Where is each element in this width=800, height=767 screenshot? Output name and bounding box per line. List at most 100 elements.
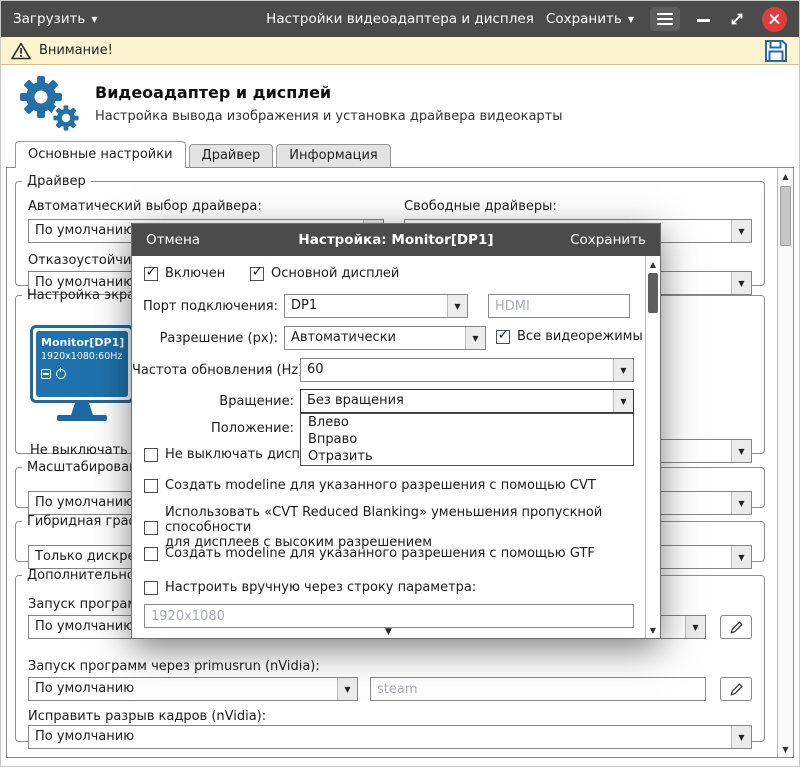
close-button[interactable] bbox=[762, 6, 787, 32]
dialog-save-button[interactable]: Сохранить bbox=[570, 232, 646, 248]
tearing-fix-label: Исправить разрыв кадров (nVidia): bbox=[28, 709, 267, 724]
power-icon[interactable] bbox=[56, 367, 66, 379]
monitor-stand bbox=[71, 403, 93, 415]
minimize-button[interactable] bbox=[696, 7, 712, 31]
monitor-base bbox=[57, 415, 107, 421]
scroll-down-arrow[interactable]: ▼ bbox=[646, 622, 660, 638]
keep-display-on-checkbox[interactable]: Не выключать дисплей bbox=[144, 447, 325, 462]
scroll-up-arrow[interactable]: ▲ bbox=[646, 256, 660, 272]
pencil-icon bbox=[729, 682, 743, 696]
tearing-fix-value: По умолчанию bbox=[35, 729, 135, 744]
tab-info[interactable]: Информация bbox=[276, 144, 391, 167]
chevron-down-icon: ▼ bbox=[731, 440, 751, 462]
rotation-label: Вращение: bbox=[219, 394, 294, 409]
dialog-scrollbar[interactable]: ▲ ▼ bbox=[645, 256, 660, 638]
all-modes-checkbox[interactable]: Все видеорежимы bbox=[496, 327, 643, 344]
load-button[interactable]: Загрузить ▼ bbox=[13, 11, 98, 27]
primary-display-checkbox[interactable]: Основной дисплей bbox=[250, 264, 399, 281]
save-to-file-button[interactable] bbox=[763, 38, 789, 64]
chevron-down-icon: ▼ bbox=[627, 15, 634, 24]
rotation-option-right[interactable]: Вправо bbox=[301, 431, 633, 448]
free-drivers-label: Свободные драйверы: bbox=[404, 199, 557, 214]
gtf-modeline-label: Создать modeline для указанного разрешен… bbox=[165, 546, 595, 561]
chevron-down-icon: ▼ bbox=[465, 327, 485, 349]
floppy-disk-icon bbox=[765, 39, 787, 62]
checkbox-box[interactable] bbox=[144, 546, 158, 561]
scroll-down-arrow[interactable]: ▼ bbox=[778, 741, 793, 757]
tab-bar: Основные настройки Драйвер Информация bbox=[1, 141, 799, 168]
primusrun-label: Запуск программ через primusrun (nVidia)… bbox=[28, 659, 320, 674]
port-select[interactable]: DP1 ▼ bbox=[284, 294, 468, 318]
all-modes-label: Все видеорежимы bbox=[517, 329, 643, 344]
tearing-fix-select[interactable]: По умолчанию ▼ bbox=[28, 725, 752, 749]
checkbox-box[interactable] bbox=[496, 327, 510, 344]
chevron-down-icon: ▼ bbox=[731, 546, 751, 568]
application-window: Загрузить ▼ Настройки видеоадаптера и ди… bbox=[0, 0, 800, 767]
tab-main-settings[interactable]: Основные настройки bbox=[15, 141, 186, 168]
checkbox-box[interactable] bbox=[144, 478, 158, 493]
monitor-preview[interactable]: Monitor[DP1] 1920x1080:60Hz bbox=[30, 325, 134, 421]
cvt-rb-line1: Использовать «CVT Reduced Blanking» умен… bbox=[165, 505, 603, 535]
chevron-down-icon: ▼ bbox=[337, 678, 357, 700]
primusrun-app-input[interactable] bbox=[370, 677, 706, 701]
position-label: Положение: bbox=[210, 421, 294, 436]
page-subtitle: Настройка вывода изображения и установка… bbox=[95, 108, 563, 124]
page-title: Видеоадаптер и дисплей bbox=[95, 82, 332, 102]
pencil-icon bbox=[729, 620, 743, 634]
manual-mode-input[interactable] bbox=[144, 604, 634, 628]
checkbox-box[interactable] bbox=[144, 264, 158, 281]
disable-display-icon[interactable] bbox=[41, 369, 51, 379]
driver-group-legend: Драйвер bbox=[27, 174, 86, 189]
rotation-select[interactable]: Без вращения ▼ bbox=[300, 389, 634, 413]
load-button-label: Загрузить bbox=[13, 11, 86, 27]
monitor-bezel: Monitor[DP1] 1920x1080:60Hz bbox=[30, 325, 134, 403]
checkbox-box[interactable] bbox=[250, 264, 264, 281]
dialog-cancel-button[interactable]: Отмена bbox=[146, 232, 200, 248]
tab-driver[interactable]: Драйвер bbox=[188, 144, 274, 167]
cvt-modeline-checkbox[interactable]: Создать modeline для указанного разрешен… bbox=[144, 478, 596, 493]
enabled-checkbox[interactable]: Включен bbox=[144, 264, 226, 281]
primusrun-value: По умолчанию bbox=[35, 681, 135, 696]
optirun-edit-button[interactable] bbox=[720, 615, 752, 639]
extra-group-legend: Дополнительно bbox=[27, 568, 135, 583]
resolution-label: Разрешение (px): bbox=[159, 331, 278, 346]
monitor-settings-dialog: Отмена Настройка: Monitor[DP1] Сохранить… bbox=[131, 223, 661, 639]
checkbox-box[interactable] bbox=[144, 447, 158, 462]
rotation-option-mirror[interactable]: Отразить bbox=[301, 448, 633, 465]
resolution-value: Автоматически bbox=[291, 330, 397, 345]
cvt-reduced-blanking-checkbox[interactable]: Использовать «CVT Reduced Blanking» умен… bbox=[144, 505, 660, 550]
primusrun-select[interactable]: По умолчанию ▼ bbox=[28, 677, 358, 701]
titlebar: Загрузить ▼ Настройки видеоадаптера и ди… bbox=[1, 1, 799, 37]
chevron-down-icon: ▼ bbox=[685, 616, 705, 638]
main-scrollbar[interactable]: ▲ ▼ bbox=[777, 168, 793, 757]
monitor-name: Monitor[DP1] bbox=[41, 336, 125, 349]
scrollbar-thumb[interactable] bbox=[648, 273, 658, 313]
monitor-mode: 1920x1080:60Hz bbox=[41, 351, 123, 362]
hamburger-menu-icon[interactable] bbox=[650, 7, 680, 31]
checkbox-box[interactable] bbox=[144, 520, 158, 535]
port-name-input[interactable] bbox=[488, 294, 630, 318]
checkbox-box[interactable] bbox=[144, 580, 158, 595]
app-header: Видеоадаптер и дисплей Настройка вывода … bbox=[1, 65, 799, 141]
port-value: DP1 bbox=[291, 298, 318, 313]
rotation-value: Без вращения bbox=[307, 393, 404, 408]
manual-mode-checkbox[interactable]: Настроить вручную через строку параметра… bbox=[144, 580, 476, 595]
expand-button[interactable] bbox=[728, 10, 746, 28]
chevron-down-icon: ▼ bbox=[613, 359, 633, 381]
save-button-label: Сохранить bbox=[545, 11, 622, 27]
primusrun-edit-button[interactable] bbox=[720, 677, 752, 701]
scrollbar-thumb[interactable] bbox=[780, 186, 791, 246]
scroll-up-arrow[interactable]: ▲ bbox=[778, 168, 793, 184]
refresh-rate-select[interactable]: 60 ▼ bbox=[300, 358, 634, 382]
monitor-screen: Monitor[DP1] 1920x1080:60Hz bbox=[36, 331, 128, 397]
save-button[interactable]: Сохранить ▼ bbox=[546, 11, 634, 27]
manual-mode-label: Настроить вручную через строку параметра… bbox=[165, 580, 477, 595]
gtf-modeline-checkbox[interactable]: Создать modeline для указанного разрешен… bbox=[144, 546, 595, 561]
cvt-modeline-label: Создать modeline для указанного разрешен… bbox=[165, 478, 596, 493]
rotation-option-left[interactable]: Влево bbox=[301, 414, 633, 431]
warning-icon bbox=[11, 42, 31, 59]
expand-icon bbox=[731, 13, 743, 25]
resolution-select[interactable]: Автоматически ▼ bbox=[284, 326, 486, 350]
rotation-dropdown-list: Влево Вправо Отразить bbox=[300, 413, 634, 466]
enabled-label: Включен bbox=[165, 266, 226, 281]
